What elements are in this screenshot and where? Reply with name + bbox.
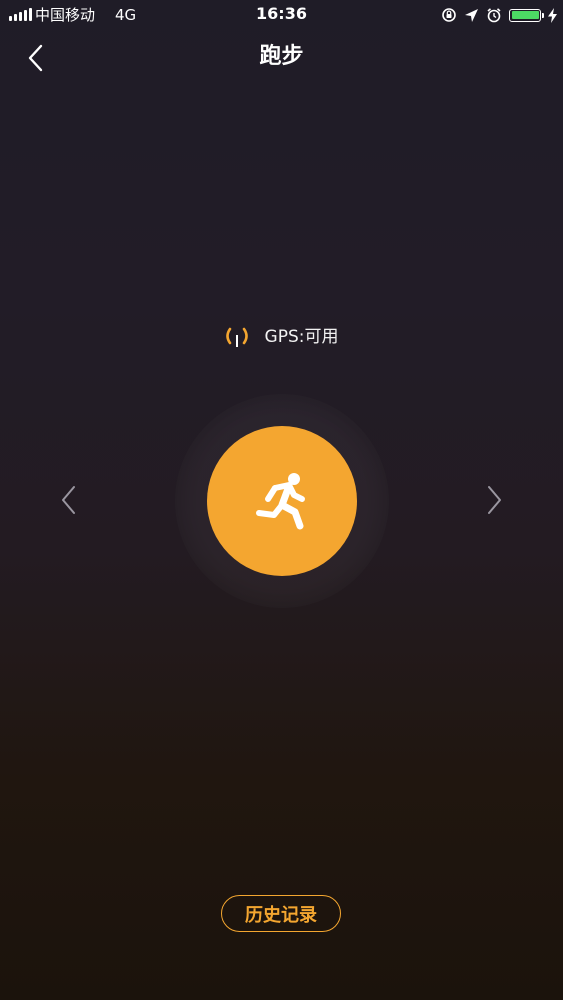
- running-screen: 中国移动 4G 16:36 跑步 GPS:可用 历史记录: [0, 0, 563, 1000]
- alarm-clock-icon: [487, 8, 501, 23]
- status-bar: 中国移动 4G 16:36: [0, 0, 563, 30]
- gps-signal-icon: [225, 327, 248, 347]
- chevron-right-icon: [488, 486, 501, 514]
- nav-bar: 跑步: [0, 30, 563, 86]
- charging-bolt-icon: [548, 7, 557, 23]
- battery-level: [511, 11, 539, 19]
- start-running-button[interactable]: [207, 426, 357, 576]
- gps-status: GPS:可用: [0, 322, 562, 352]
- gps-status-label: GPS:可用: [264, 327, 339, 347]
- history-button[interactable]: 历史记录: [221, 895, 341, 932]
- status-icons: [441, 5, 557, 25]
- battery-icon: [509, 8, 544, 22]
- next-mode-button[interactable]: [480, 481, 510, 519]
- orientation-lock-icon: [442, 8, 456, 22]
- running-person-icon: [256, 473, 305, 530]
- previous-mode-button[interactable]: [53, 481, 83, 519]
- location-arrow-icon: [465, 8, 478, 22]
- chevron-left-icon: [62, 486, 75, 514]
- page-title: 跑步: [259, 44, 304, 69]
